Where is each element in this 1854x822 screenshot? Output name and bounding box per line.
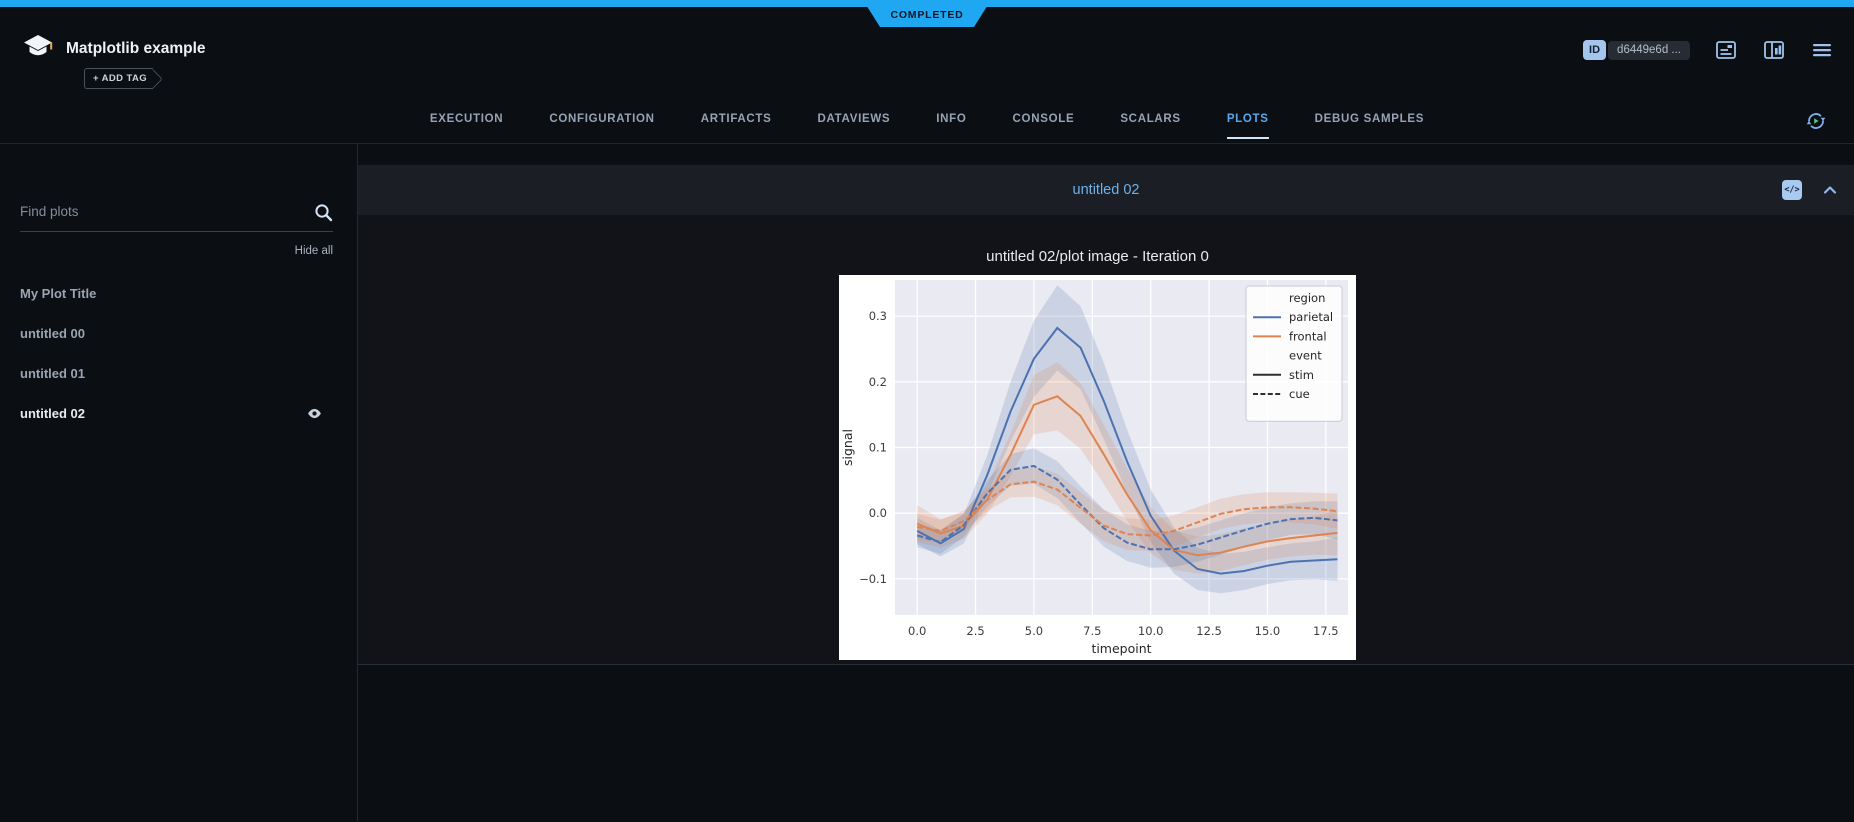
hide-all-link[interactable]: Hide all xyxy=(0,245,333,257)
embed-code-icon[interactable]: </> xyxy=(1782,180,1802,200)
svg-text:12.5: 12.5 xyxy=(1196,624,1222,638)
svg-text:frontal: frontal xyxy=(1289,329,1327,343)
tab-console[interactable]: CONSOLE xyxy=(1013,113,1075,139)
svg-text:15.0: 15.0 xyxy=(1255,624,1281,638)
plot-section-title: untitled 02 xyxy=(1073,182,1140,198)
tab-configuration[interactable]: CONFIGURATION xyxy=(549,113,654,139)
svg-text:−0.1: −0.1 xyxy=(859,572,887,586)
experiment-id-group: ID d6449e6d ... xyxy=(1583,40,1690,60)
svg-text:17.5: 17.5 xyxy=(1313,624,1339,638)
svg-text:parietal: parietal xyxy=(1289,310,1333,324)
plot-item-label: untitled 00 xyxy=(20,326,85,341)
plot-list: My Plot Title untitled 00 untitled 01 untit… xyxy=(0,273,357,433)
tabs: EXECUTION CONFIGURATION ARTIFACTS DATAVIEWS… xyxy=(0,99,1854,139)
status-badge-label: COMPLETED xyxy=(890,9,963,21)
plot-card: untitled 02/plot image - Iteration 0 0.0… xyxy=(358,215,1854,665)
experiment-logo-icon xyxy=(22,33,54,63)
plot-item-label: untitled 02 xyxy=(20,406,85,421)
tab-execution[interactable]: EXECUTION xyxy=(430,113,503,139)
search-input[interactable] xyxy=(20,204,300,219)
svg-text:0.0: 0.0 xyxy=(908,624,926,638)
plot-item-label: My Plot Title xyxy=(20,286,96,301)
tab-plots[interactable]: PLOTS xyxy=(1227,113,1269,139)
details-icon[interactable] xyxy=(1714,38,1738,62)
plot-list-item[interactable]: My Plot Title xyxy=(0,273,357,313)
chevron-up-icon[interactable] xyxy=(1822,182,1838,198)
add-tag-button[interactable]: + ADD TAG xyxy=(84,68,153,89)
menu-icon[interactable] xyxy=(1810,38,1834,62)
svg-text:stim: stim xyxy=(1289,368,1314,382)
svg-text:2.5: 2.5 xyxy=(966,624,984,638)
auto-refresh-icon[interactable] xyxy=(1804,109,1828,133)
svg-text:0.0: 0.0 xyxy=(869,506,887,520)
tab-debug-samples[interactable]: DEBUG SAMPLES xyxy=(1315,113,1424,139)
tab-scalars[interactable]: SCALARS xyxy=(1120,113,1181,139)
plot-list-item[interactable]: untitled 01 xyxy=(0,353,357,393)
svg-text:7.5: 7.5 xyxy=(1083,624,1101,638)
svg-text:0.1: 0.1 xyxy=(869,441,887,455)
svg-text:10.0: 10.0 xyxy=(1138,624,1164,638)
experiment-title: Matplotlib example xyxy=(66,40,206,58)
svg-text:5.0: 5.0 xyxy=(1025,624,1043,638)
svg-text:region: region xyxy=(1289,291,1325,305)
plot-list-item[interactable]: untitled 00 xyxy=(0,313,357,353)
plots-sidebar: Hide all My Plot Title untitled 00 untitle… xyxy=(0,144,358,821)
svg-text:timepoint: timepoint xyxy=(1091,641,1151,656)
plots-main: untitled 02 </> untitled 02/plot image -… xyxy=(358,144,1854,821)
search-row xyxy=(20,203,333,232)
tab-info[interactable]: INFO xyxy=(936,113,966,139)
plot-image-title: untitled 02/plot image - Iteration 0 xyxy=(839,247,1356,267)
search-icon[interactable] xyxy=(314,203,333,222)
svg-text:event: event xyxy=(1289,349,1322,363)
svg-text:0.3: 0.3 xyxy=(869,309,887,323)
eye-visibility-icon[interactable] xyxy=(306,405,323,422)
svg-text:0.2: 0.2 xyxy=(869,375,887,389)
figure[interactable]: 0.0 2.5 5.0 7.5 10.0 12.5 15.0 17.5 −0.1 0.0 0.1 0.… xyxy=(839,275,1356,664)
plot-item-label: untitled 01 xyxy=(20,366,85,381)
id-chip: ID xyxy=(1583,40,1606,60)
compare-panel-icon[interactable] xyxy=(1762,38,1786,62)
tab-bar: EXECUTION CONFIGURATION ARTIFACTS DATAVIEWS… xyxy=(0,99,1854,144)
svg-text:cue: cue xyxy=(1289,387,1310,401)
status-badge: COMPLETED xyxy=(863,0,991,27)
tab-dataviews[interactable]: DATAVIEWS xyxy=(818,113,891,139)
tab-artifacts[interactable]: ARTIFACTS xyxy=(701,113,772,139)
svg-text:signal: signal xyxy=(840,429,855,466)
id-value[interactable]: d6449e6d ... xyxy=(1608,41,1690,60)
plot-section-header: untitled 02 </> xyxy=(358,165,1854,215)
plot-list-item[interactable]: untitled 02 xyxy=(0,393,357,433)
